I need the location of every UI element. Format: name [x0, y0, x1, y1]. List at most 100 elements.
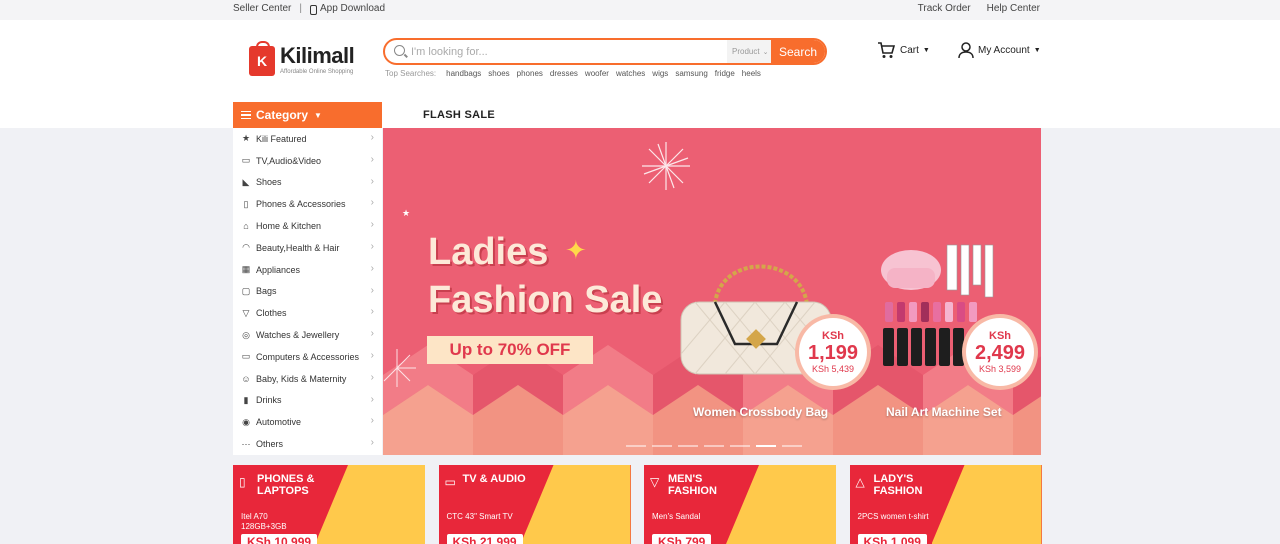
search-icon — [394, 45, 405, 56]
carousel-dot[interactable] — [678, 445, 698, 447]
top-search-term[interactable]: dresses — [550, 69, 578, 78]
top-search-term[interactable]: shoes — [488, 69, 509, 78]
category-cards: ▯ PHONES & LAPTOPS Itel A70 128GB+3GB KSh 10… — [233, 465, 1042, 544]
flash-sale-tab[interactable]: FLASH SALE — [423, 109, 495, 121]
firework-icon — [642, 142, 690, 190]
category-menu-item[interactable]: ★ Kili Featured › — [233, 128, 382, 150]
category-card[interactable]: ▭ TV & AUDIO CTC 43" Smart TV KSh 21,999 — [438, 465, 631, 544]
category-menu-item[interactable]: ◠ Beauty,Health & Hair › — [233, 237, 382, 259]
price-badge: KSh 2,499 KSh 3,599 — [966, 318, 1034, 386]
category-menu-item[interactable]: ⌂ Home & Kitchen › — [233, 215, 382, 237]
watch-icon: ◎ — [242, 329, 250, 340]
category-card[interactable]: ▯ PHONES & LAPTOPS Itel A70 128GB+3GB KSh 10… — [233, 465, 425, 544]
card-price: KSh 21,999 — [446, 534, 523, 544]
carousel-dot[interactable] — [626, 445, 646, 447]
card-subtitle-line: Men's Sandal — [652, 512, 701, 521]
card-title: MEN'S FASHION — [668, 473, 717, 497]
top-search-term[interactable]: handbags — [446, 69, 481, 78]
price-amount: 2,499 — [974, 341, 1026, 364]
headset-icon: ◠ — [242, 242, 250, 253]
banner-headline-line2: Fashion Sale — [428, 279, 663, 321]
category-menu-item[interactable]: ◎ Watches & Jewellery › — [233, 324, 382, 346]
discount-label: Up to 70% OFF — [427, 336, 593, 364]
card-subtitle-line: 128GB+3GB — [241, 522, 287, 531]
category-menu-label: Bags — [256, 286, 277, 297]
search-button[interactable]: Search — [771, 40, 825, 63]
top-search-term[interactable]: fridge — [715, 69, 735, 78]
top-search-term[interactable]: woofer — [585, 69, 609, 78]
category-menu-label: Drinks — [256, 395, 282, 406]
top-bar: Seller Center | App Download Track Order… — [0, 0, 1280, 20]
category-menu-item[interactable]: ▭ Computers & Accessories › — [233, 346, 382, 368]
mobile-phone-icon — [309, 4, 317, 15]
my-account-button[interactable]: My Account ▼ — [958, 42, 1041, 59]
card-subtitle: Itel A70 128GB+3GB — [241, 512, 287, 532]
chevron-right-icon: › — [370, 175, 374, 187]
category-menu-item[interactable]: ▢ Bags › — [233, 281, 382, 303]
carousel-dot[interactable] — [756, 445, 776, 447]
bag-icon: ▢ — [241, 285, 251, 296]
chevron-right-icon: › — [370, 219, 374, 231]
card-subtitle-line: 2PCS women t-shirt — [857, 512, 929, 521]
category-menu-item[interactable]: ▯ Phones & Accessories › — [233, 193, 382, 215]
card-subtitle: 2PCS women t-shirt — [858, 512, 929, 522]
category-menu-label: Computers & Accessories — [256, 351, 360, 362]
category-menu-item[interactable]: ▮ Drinks › — [233, 390, 382, 412]
category-menu-item[interactable]: ◉ Automotive › — [233, 411, 382, 433]
category-card[interactable]: ▽ MEN'S FASHION Men's Sandal KSh 799 — [644, 465, 836, 544]
chevron-right-icon: › — [370, 262, 374, 274]
help-center-link[interactable]: Help Center — [987, 3, 1040, 14]
chevron-right-icon: › — [370, 197, 374, 209]
category-menu-item[interactable]: ▦ Appliances › — [233, 259, 382, 281]
more-icon: ⋯ — [241, 438, 251, 449]
dress-icon: △ — [855, 475, 865, 489]
kilimall-logo[interactable]: K Kilimall Affordable Online Shopping — [249, 41, 355, 76]
price-currency: KSh — [822, 329, 844, 342]
app-download-link[interactable]: App Download — [320, 3, 385, 14]
promo-banner[interactable]: ★ Ladies Fashion Sale ✦ Up to 70% OFF KS… — [383, 128, 1041, 455]
category-menu-item[interactable]: ⋯ Others › — [233, 433, 382, 455]
chevron-right-icon: › — [370, 415, 374, 427]
category-menu-item[interactable]: ▽ Clothes › — [233, 302, 382, 324]
search-scope-select[interactable]: Product ⌄ — [727, 40, 773, 63]
shirt-icon: ▽ — [650, 475, 660, 489]
top-search-term[interactable]: watches — [616, 69, 645, 78]
carousel-dot[interactable] — [704, 445, 724, 447]
caret-down-icon: ▼ — [1033, 47, 1041, 54]
product-name[interactable]: Nail Art Machine Set — [886, 405, 1002, 419]
chevron-right-icon: › — [370, 153, 374, 165]
menu-icon — [241, 109, 251, 122]
top-search-term[interactable]: samsung — [675, 69, 707, 78]
category-menu-item[interactable]: ☺ Baby, Kids & Maternity › — [233, 368, 382, 390]
firework-icon — [383, 349, 416, 387]
search-input[interactable] — [411, 42, 711, 61]
baby-icon: ☺ — [241, 373, 251, 384]
carousel-dot[interactable] — [782, 445, 802, 447]
product-name[interactable]: Women Crossbody Bag — [693, 405, 828, 419]
card-subtitle-line: CTC 43" Smart TV — [446, 512, 513, 521]
phone-icon: ▯ — [243, 198, 249, 209]
category-dropdown[interactable]: Category ▼ — [233, 102, 382, 128]
category-menu-label: Shoes — [256, 177, 282, 188]
seller-center-link[interactable]: Seller Center — [233, 3, 291, 14]
tv-icon: ▭ — [444, 475, 456, 489]
card-price: KSh 10,999 — [241, 534, 318, 544]
carousel-dot[interactable] — [730, 445, 750, 447]
card-title: PHONES & LAPTOPS — [257, 473, 315, 497]
top-search-term[interactable]: wigs — [652, 69, 668, 78]
category-menu-item[interactable]: ▭ TV,Audio&Video › — [233, 150, 382, 172]
logo-name: Kilimall — [280, 43, 355, 68]
tv-icon: ▭ — [241, 155, 251, 166]
cart-button[interactable]: Cart ▼ — [877, 42, 930, 59]
top-search-term[interactable]: phones — [517, 69, 543, 78]
top-search-term[interactable]: heels — [742, 69, 761, 78]
category-menu-label: Home & Kitchen — [256, 221, 322, 232]
carousel-dot[interactable] — [652, 445, 672, 447]
category-menu-item[interactable]: ◣ Shoes › — [233, 172, 382, 194]
category-menu: ★ Kili Featured › ▭ TV,Audio&Video › ◣ Shoes › ▯ P… — [233, 128, 382, 455]
category-card[interactable]: △ LADY'S FASHION 2PCS women t-shirt KSh 1,0… — [849, 465, 1042, 544]
old-price: KSh 5,439 — [811, 363, 855, 374]
track-order-link[interactable]: Track Order — [918, 3, 971, 14]
cart-label: Cart — [900, 45, 919, 56]
shirt-icon: ▽ — [242, 307, 250, 318]
